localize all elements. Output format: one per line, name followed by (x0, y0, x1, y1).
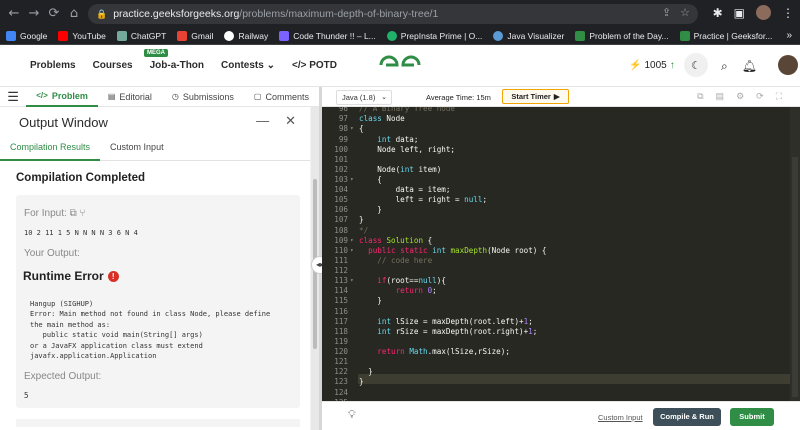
lightbulb-icon[interactable]: 💡︎ (348, 409, 356, 422)
runtime-error-heading: Runtime Error ! (23, 269, 119, 283)
arrow-up-icon: ↑ (669, 60, 675, 71)
avatar[interactable] (778, 55, 798, 75)
nav-job-a-thon[interactable]: Job-a-Thon (150, 60, 204, 71)
error-message: Hangup (SIGHUP) Error: Main method not f… (30, 300, 271, 361)
settings-icon[interactable]: ⚙ (736, 91, 744, 102)
comment-icon: ▢ (253, 92, 262, 101)
bookmark-item[interactable]: Gmail (177, 30, 213, 41)
reload-icon[interactable]: ⟳ (44, 6, 64, 21)
fullscreen-icon[interactable]: ⛶ (776, 91, 782, 102)
language-select[interactable]: Java (1.8) ⌄ (336, 90, 392, 105)
chevron-down-icon: ⌄ (381, 94, 387, 101)
gfg-logo[interactable] (378, 52, 422, 78)
code-icon: </> (36, 91, 48, 100)
nav-potd[interactable]: </> POTD (292, 60, 337, 71)
hamburger-icon[interactable]: ☰ (0, 89, 26, 105)
sidepanel-icon[interactable]: ▣ (734, 6, 745, 20)
bookmark-item[interactable]: PrepInsta Prime | O... (386, 30, 482, 41)
result-card: For Input: ⧉ ⑂ 10 2 11 1 5 N N N N 3 6 N… (16, 195, 300, 408)
play-icon: ▶ (553, 92, 560, 101)
search-icon[interactable]: ⌕ (721, 59, 728, 74)
bookmark-item[interactable]: Google (6, 30, 47, 41)
editor-scrollbar[interactable] (790, 107, 800, 401)
for-input-label: For Input: ⧉ ⑂ (24, 208, 86, 219)
average-time: Average Time: 15m (426, 93, 491, 102)
code-editor[interactable]: 96// A Binary Tree node 97 class Node 98 ▾… (322, 107, 800, 401)
chevron-down-icon: ⌄ (266, 60, 275, 71)
bookmark-star-icon[interactable]: ☆ (680, 6, 690, 19)
close-icon[interactable]: ✕ (285, 113, 296, 129)
mega-badge: MEGA (144, 49, 168, 57)
tree-icon[interactable]: ⑂ (80, 208, 86, 219)
tab-comments[interactable]: ▢ Comments (244, 87, 319, 107)
bookmark-item[interactable]: Problem of the Day... (575, 30, 669, 41)
menu-icon[interactable]: ⋮ (782, 6, 794, 20)
extensions-icon[interactable]: ✱ (713, 6, 723, 20)
bookmark-item[interactable]: YouTube (58, 30, 106, 41)
input-value: 10 2 11 1 5 N N N N 3 6 N 4 (24, 229, 138, 237)
expected-output-value: 5 (24, 391, 29, 400)
share-icon[interactable]: ⇪ (662, 6, 671, 19)
problem-tabs: ☰ </> Problem ▤ Editorial ◷ Submissions ▢ Co… (0, 87, 319, 107)
bookmark-item[interactable]: Railway (224, 30, 268, 41)
output-window: Output Window — ✕ Compilation Results Cu… (0, 107, 319, 430)
editor-toolbar: Java (1.8) ⌄ Average Time: 15m Start Time… (322, 87, 800, 107)
home-icon[interactable]: ⌂ (64, 6, 84, 21)
compilation-status: Compilation Completed (16, 172, 146, 184)
editor-actions: 💡︎ Custom Input Compile & Run Submit (322, 401, 800, 430)
bookmarks-bar: Google YouTube ChatGPT Gmail Railway Cod… (0, 27, 800, 45)
dark-mode-icon[interactable]: ☾ (684, 53, 708, 77)
bookmark-item[interactable]: Code Thunder !! – L... (279, 30, 376, 41)
site-header: Problems Courses Job-a-Thon Contests ⌄ <… (0, 45, 800, 87)
nav-contests[interactable]: Contests ⌄ (221, 60, 275, 71)
clock-icon: ◷ (171, 92, 179, 101)
document-icon: ▤ (107, 92, 116, 101)
streak-counter[interactable]: ⚡ 1005 ↑ (629, 60, 675, 71)
expected-output-label: Expected Output: (24, 371, 102, 382)
bookmarks-overflow[interactable]: » (786, 30, 792, 41)
lightning-icon: ⚡ (629, 60, 642, 71)
document-icon[interactable]: ▤ (716, 91, 725, 102)
tab-submissions[interactable]: ◷ Submissions (162, 87, 244, 107)
your-output-label: Your Output: (24, 248, 80, 259)
compile-run-button[interactable]: Compile & Run (653, 408, 721, 426)
start-timer-button[interactable]: Start Timer ▶ (502, 89, 569, 104)
url-host: practice.geeksforgeeks.org (113, 8, 240, 20)
nav-courses[interactable]: Courses (93, 60, 133, 71)
address-bar[interactable]: 🔒 practice.geeksforgeeks.org/problems/ma… (88, 4, 698, 24)
copy-icon[interactable]: ⧉ (697, 91, 703, 102)
bookmark-item[interactable]: Practice | Geeksfor... (679, 30, 772, 41)
profile-avatar[interactable] (756, 5, 771, 20)
copy-icon[interactable]: ⧉ (70, 208, 77, 219)
tab-compilation-results[interactable]: Compilation Results (0, 135, 101, 161)
lock-icon: 🔒 (96, 8, 108, 19)
forward-icon[interactable]: → (24, 6, 44, 21)
url-path: /problems/maximum-depth-of-binary-tree/1 (239, 8, 439, 20)
output-title: Output Window (19, 115, 108, 130)
nav-problems[interactable]: Problems (30, 60, 76, 71)
bell-icon[interactable]: 🔔︎ (742, 59, 757, 74)
submit-button[interactable]: Submit (730, 408, 774, 426)
tab-problem[interactable]: </> Problem (26, 87, 98, 107)
tab-custom-input[interactable]: Custom Input (100, 135, 174, 161)
back-icon[interactable]: ← (4, 6, 24, 21)
error-icon: ! (107, 270, 119, 282)
bookmark-item[interactable]: Java Visualizer (493, 30, 564, 41)
minimize-icon[interactable]: — (256, 113, 269, 129)
tab-editorial[interactable]: ▤ Editorial (98, 87, 162, 107)
custom-input-link[interactable]: Custom Input (598, 413, 643, 422)
reset-icon[interactable]: ⟳ (756, 91, 764, 102)
bookmark-item[interactable]: ChatGPT (116, 30, 166, 41)
